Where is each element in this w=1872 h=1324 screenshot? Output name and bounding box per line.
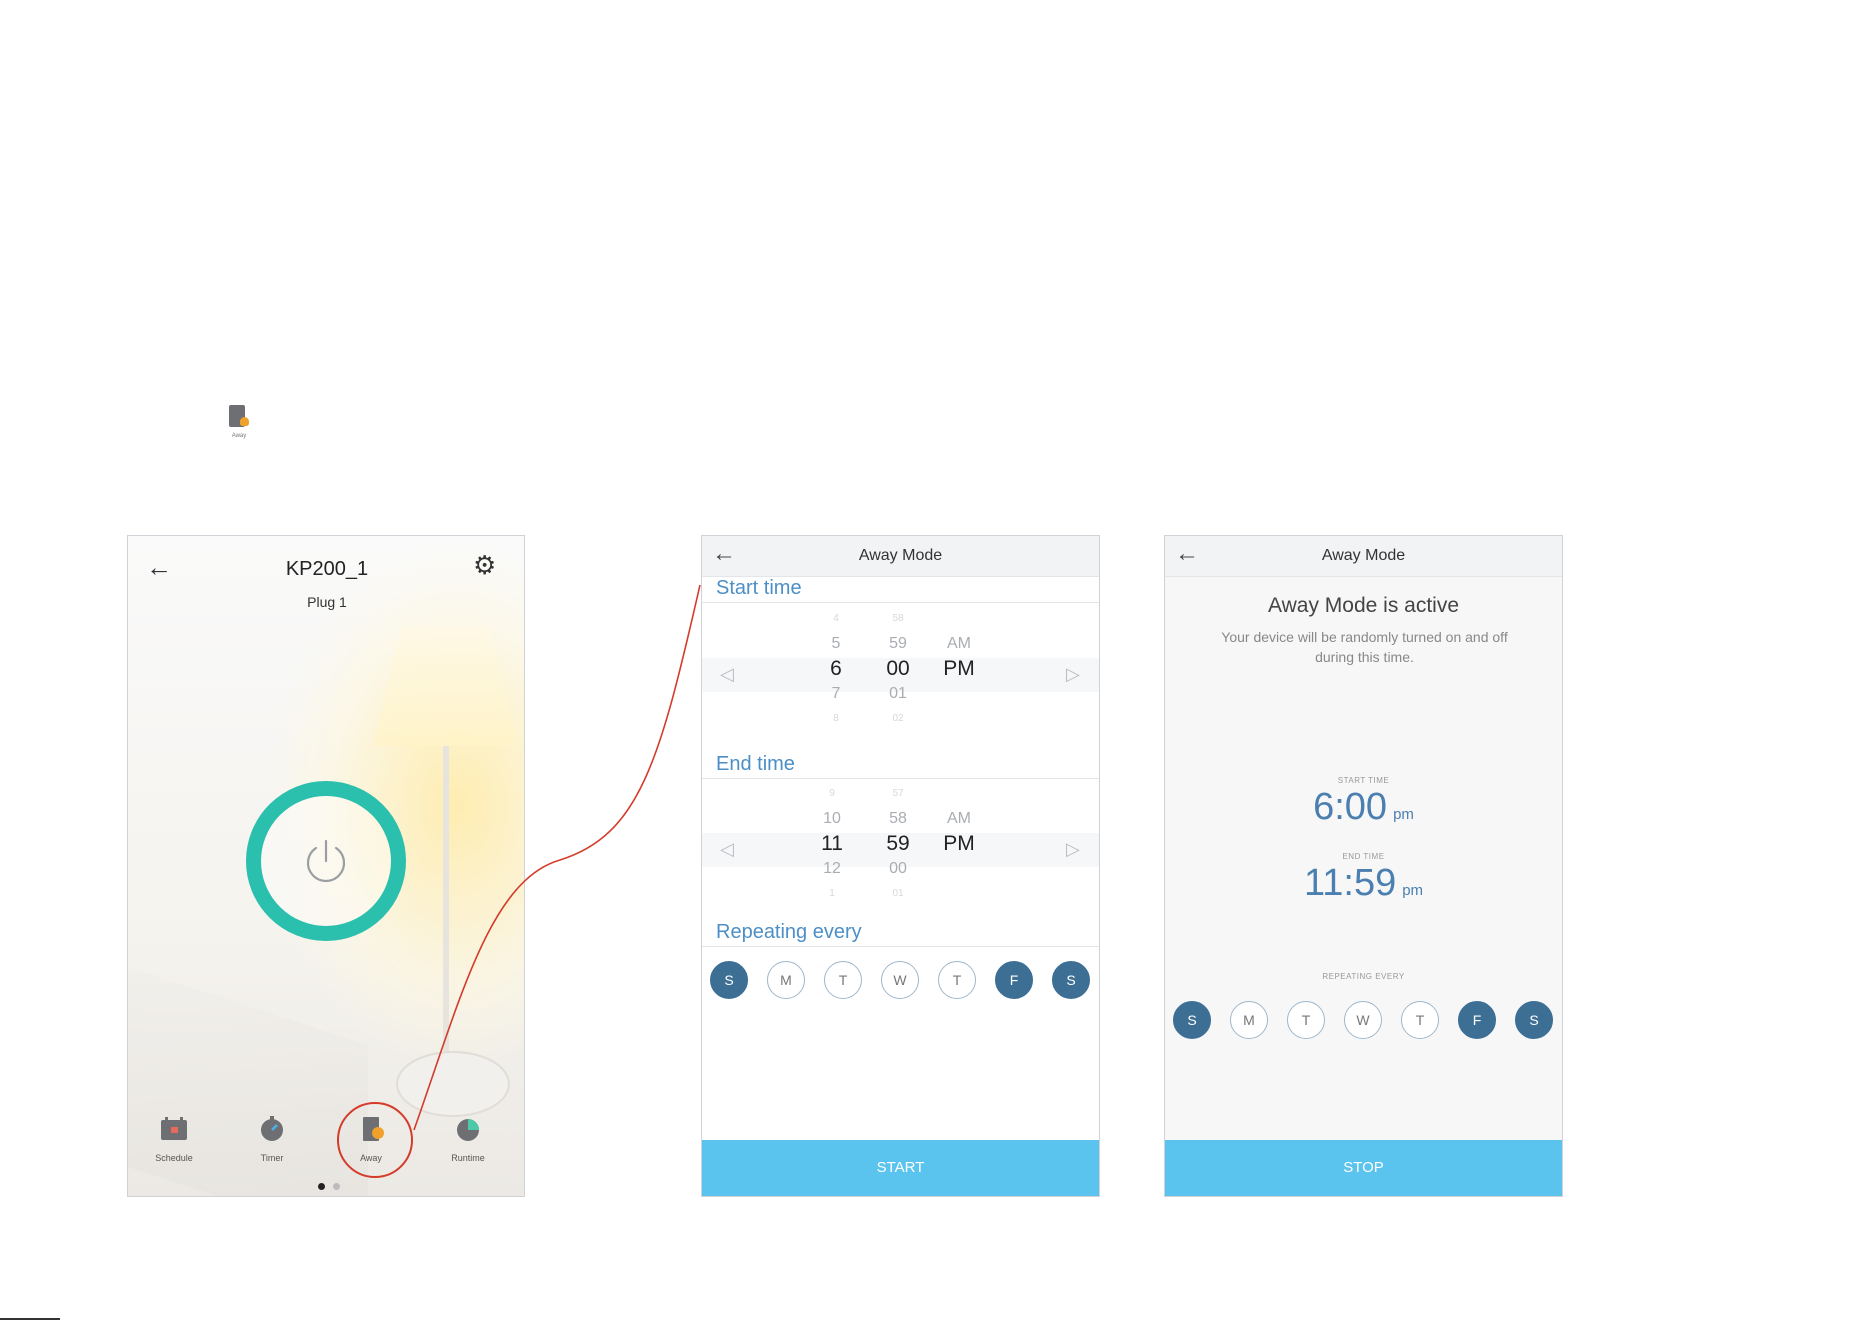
minute-column[interactable]: 57 58 59 00 01 xyxy=(873,781,923,906)
triangle-right-icon[interactable]: ▷ xyxy=(1066,664,1080,685)
lamp-pole-illustration xyxy=(443,746,449,1076)
screen-title: Away Mode xyxy=(1321,547,1406,564)
picker-selected-value: PM xyxy=(943,832,975,855)
tab-runtime[interactable]: Runtime xyxy=(428,1116,508,1163)
screen-title: Away Mode xyxy=(858,547,943,564)
repeat-label: Repeating every xyxy=(716,921,862,943)
picker-value: AM xyxy=(947,810,971,827)
tab-timer[interactable]: Timer xyxy=(232,1116,312,1163)
footer-rule xyxy=(0,1318,60,1320)
calendar-icon xyxy=(161,1117,187,1140)
tab-label: Schedule xyxy=(155,1153,193,1163)
day-toggle-friday[interactable]: F xyxy=(995,961,1033,999)
day-toggle-saturday[interactable]: S xyxy=(1052,961,1090,999)
end-time-label: End time xyxy=(716,753,795,775)
picker-far-value: 57 xyxy=(892,788,904,799)
picker-value: 58 xyxy=(889,810,907,827)
away-mini-label: Away xyxy=(231,433,247,439)
picker-far-value: 58 xyxy=(892,613,904,624)
hour-column[interactable]: 4 5 6 7 8 xyxy=(811,606,861,731)
start-time-caption: START TIME xyxy=(1337,776,1390,785)
status-title: Away Mode is active xyxy=(1267,594,1460,617)
day-toggle-wednesday[interactable]: W xyxy=(881,961,919,999)
picker-value: AM xyxy=(947,635,971,652)
day-toggle-tuesday[interactable]: T xyxy=(824,961,862,999)
picker-selected-value: PM xyxy=(943,657,975,680)
start-time-picker[interactable]: ◁ ▷ 4 5 6 7 8 58 59 00 01 02 AM PM xyxy=(702,606,1099,746)
picker-far-value: 02 xyxy=(892,713,904,724)
lamp-base-illustration xyxy=(396,1051,510,1117)
page-dot-active xyxy=(318,1183,325,1190)
triangle-left-icon[interactable]: ◁ xyxy=(720,664,734,685)
divider xyxy=(702,946,1099,947)
picker-value: 7 xyxy=(831,685,841,702)
power-icon xyxy=(306,839,346,883)
day-indicator-saturday: S xyxy=(1515,1001,1553,1039)
stopwatch-icon xyxy=(261,1116,283,1141)
stop-button[interactable]: STOP xyxy=(1165,1140,1562,1196)
bell-icon xyxy=(240,417,249,426)
device-title: KP200_1 xyxy=(285,558,369,580)
repeat-caption: REPEATING EVERY xyxy=(1322,972,1405,981)
day-indicator-wednesday: W xyxy=(1344,1001,1382,1039)
day-toggle-sunday[interactable]: S xyxy=(710,961,748,999)
picker-value: 5 xyxy=(831,635,841,652)
picker-selected-value: 11 xyxy=(821,832,843,855)
header-bar: ← Away Mode xyxy=(702,536,1099,577)
day-indicator-friday: F xyxy=(1458,1001,1496,1039)
picker-far-value: 1 xyxy=(829,888,835,899)
pie-chart-icon xyxy=(457,1119,479,1141)
picker-far-value: 01 xyxy=(892,888,904,899)
ampm-column[interactable]: AM PM xyxy=(934,781,984,856)
start-time-value: 6:00 xyxy=(1313,786,1388,828)
picker-value: 59 xyxy=(889,635,907,652)
header-bar: ← Away Mode xyxy=(1165,536,1562,577)
away-mini-icon: Away xyxy=(225,405,253,445)
picker-far-value: 8 xyxy=(833,713,839,724)
end-time-ampm: pm xyxy=(1402,882,1424,899)
away-mode-setup-screen: ← Away Mode Start time ◁ ▷ 4 5 6 7 8 58 … xyxy=(701,535,1100,1197)
picker-selected-value: 6 xyxy=(830,657,842,680)
picker-far-value: 4 xyxy=(833,613,839,624)
divider xyxy=(702,602,1099,603)
ampm-column[interactable]: AM PM xyxy=(934,606,984,681)
picker-value: 00 xyxy=(889,860,907,877)
day-toggle-thursday[interactable]: T xyxy=(938,961,976,999)
hour-column[interactable]: 9 10 11 12 1 xyxy=(807,781,857,906)
tab-schedule[interactable]: Schedule xyxy=(134,1116,214,1163)
end-time-display: 11:59 pm xyxy=(1165,862,1562,905)
day-indicator-monday: M xyxy=(1230,1001,1268,1039)
tab-label: Runtime xyxy=(451,1153,485,1163)
plug-screen: ← KP200_1 Plug 1 ⚙ Schedule Timer Away R… xyxy=(127,535,525,1197)
picker-selected-value: 00 xyxy=(886,657,910,680)
away-mode-active-screen: ← Away Mode Away Mode is active Your dev… xyxy=(1164,535,1563,1197)
page-dot xyxy=(333,1183,340,1190)
minute-column[interactable]: 58 59 00 01 02 xyxy=(873,606,923,731)
picker-value: 10 xyxy=(823,810,841,827)
day-indicator-sunday: S xyxy=(1173,1001,1211,1039)
picker-value: 01 xyxy=(889,685,907,702)
away-tab-highlight xyxy=(337,1102,413,1178)
day-toggle-monday[interactable]: M xyxy=(767,961,805,999)
start-button[interactable]: START xyxy=(702,1140,1099,1196)
triangle-right-icon[interactable]: ▷ xyxy=(1066,839,1080,860)
tab-label: Timer xyxy=(260,1153,284,1163)
status-description: Your device will be randomly turned on a… xyxy=(1221,629,1508,665)
start-time-display: 6:00 pm xyxy=(1165,786,1562,829)
page-indicator xyxy=(314,1177,344,1195)
end-time-caption: END TIME xyxy=(1342,852,1385,861)
end-time-value: 11:59 xyxy=(1303,862,1397,904)
picker-selected-value: 59 xyxy=(886,832,910,855)
triangle-left-icon[interactable]: ◁ xyxy=(720,839,734,860)
day-indicator-thursday: T xyxy=(1401,1001,1439,1039)
gear-icon[interactable]: ⚙ xyxy=(473,550,496,581)
start-time-ampm: pm xyxy=(1393,806,1414,823)
picker-value: 12 xyxy=(823,860,841,877)
device-subtitle: Plug 1 xyxy=(307,594,347,610)
divider xyxy=(702,778,1099,779)
end-time-picker[interactable]: ◁ ▷ 9 10 11 12 1 57 58 59 00 01 AM PM xyxy=(702,781,1099,921)
start-time-label: Start time xyxy=(716,577,802,599)
picker-far-value: 9 xyxy=(829,788,835,799)
day-indicator-tuesday: T xyxy=(1287,1001,1325,1039)
